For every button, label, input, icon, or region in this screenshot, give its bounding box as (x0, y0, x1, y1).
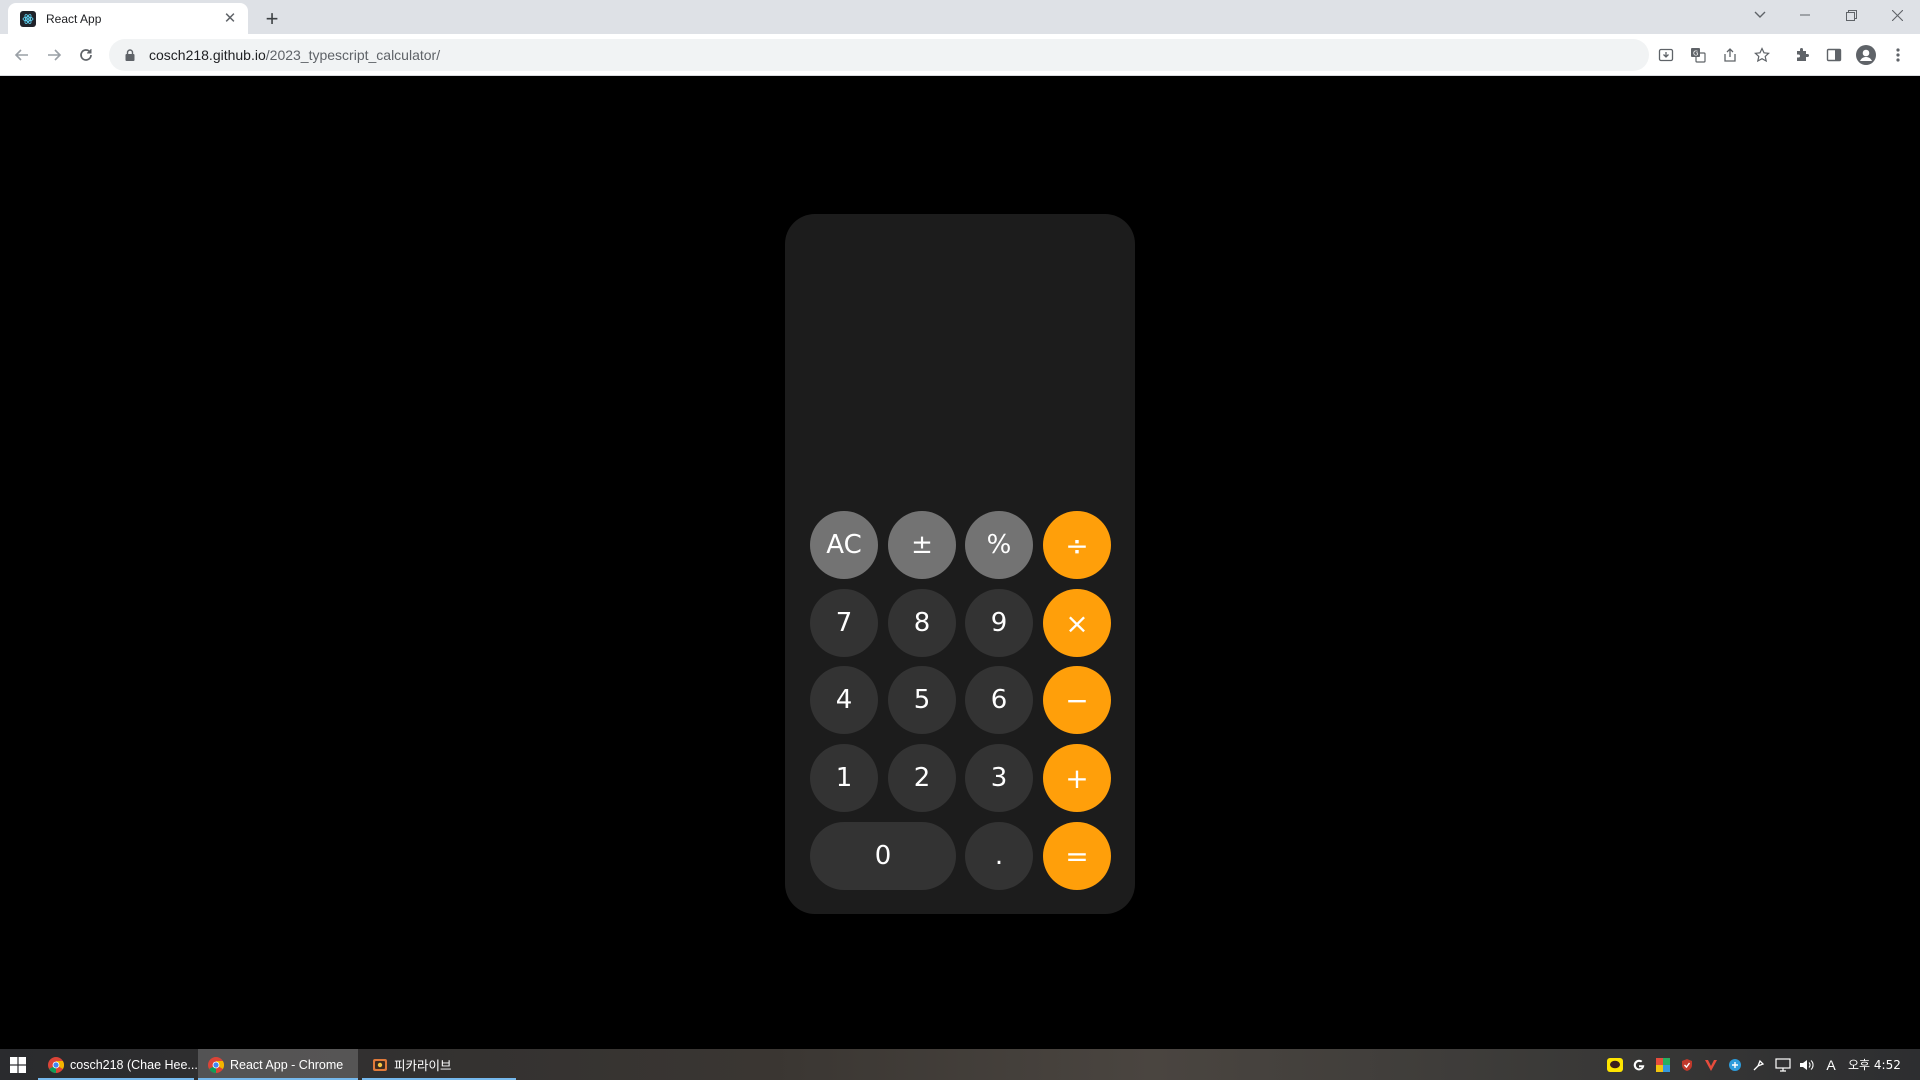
tab-search-chevron-icon[interactable] (1748, 3, 1772, 27)
chrome-icon (208, 1056, 224, 1073)
browser-toolbar: cosch218.github.io/2023_typescript_calcu… (0, 34, 1920, 76)
close-window-icon[interactable] (1874, 0, 1920, 30)
digit-8-button[interactable]: 8 (888, 589, 956, 657)
lock-icon[interactable] (123, 48, 137, 62)
url-path: /2023_typescript_calculator/ (265, 47, 441, 63)
chrome-icon (48, 1056, 64, 1073)
url-text[interactable]: cosch218.github.io/2023_typescript_calcu… (149, 47, 440, 63)
browser-titlebar: React App ✕ + (0, 0, 1920, 34)
taskbar-clock[interactable]: 오후 4:52 (1848, 1049, 1901, 1080)
kakaotalk-tray-icon[interactable] (1607, 1057, 1623, 1073)
profile-avatar-icon[interactable] (1854, 43, 1878, 67)
digit-3-button[interactable]: 3 (965, 744, 1033, 812)
digit-7-button[interactable]: 7 (810, 589, 878, 657)
digit-6-button[interactable]: 6 (965, 666, 1033, 734)
bookmark-star-icon[interactable] (1750, 43, 1774, 67)
volume-icon[interactable] (1799, 1057, 1815, 1073)
page-viewport: AC ± % ÷ 7 8 9 × 4 5 6 − 1 2 3 + 0 . = (0, 77, 1920, 1049)
install-app-icon[interactable] (1654, 43, 1678, 67)
taskbar-item-label: 피카라이브 (394, 1059, 452, 1073)
calculator-display (805, 234, 1115, 484)
restore-icon[interactable] (1828, 0, 1874, 30)
taskbar-item-chrome-react-app[interactable]: React App - Chrome (198, 1049, 358, 1080)
translate-icon[interactable]: G (1686, 43, 1710, 67)
windows-start-icon[interactable] (0, 1049, 36, 1080)
react-favicon-icon (20, 10, 36, 27)
tray-utility-icon[interactable] (1751, 1057, 1767, 1073)
taskbar-item-label: cosch218 (Chae Hee... (70, 1057, 198, 1072)
ime-language-indicator[interactable]: A (1823, 1057, 1839, 1073)
colorful-app-tray-icon[interactable] (1655, 1057, 1671, 1073)
digit-2-button[interactable]: 2 (888, 744, 956, 812)
sign-toggle-button[interactable]: ± (888, 511, 956, 579)
security-shield-tray-icon[interactable] (1679, 1057, 1695, 1073)
more-menu-icon[interactable] (1886, 43, 1910, 67)
side-panel-icon[interactable] (1822, 43, 1846, 67)
taskbar-item-pikalive[interactable]: 피카라이브 (362, 1049, 516, 1080)
back-arrow-icon[interactable] (8, 41, 36, 69)
pikalive-app-icon (373, 1058, 387, 1071)
digit-9-button[interactable]: 9 (965, 589, 1033, 657)
taskbar-item-label: React App - Chrome (230, 1057, 344, 1072)
equals-button[interactable]: = (1043, 822, 1111, 890)
browser-tab[interactable]: React App ✕ (8, 3, 248, 34)
calculator: AC ± % ÷ 7 8 9 × 4 5 6 − 1 2 3 + 0 . = (785, 214, 1135, 914)
digit-5-button[interactable]: 5 (888, 666, 956, 734)
multiply-button[interactable]: × (1043, 589, 1111, 657)
network-icon[interactable] (1775, 1057, 1791, 1073)
network-sync-tray-icon[interactable] (1727, 1057, 1743, 1073)
digit-4-button[interactable]: 4 (810, 666, 878, 734)
google-g-tray-icon[interactable] (1631, 1057, 1647, 1073)
v3-antivirus-tray-icon[interactable] (1703, 1057, 1719, 1073)
tab-title: React App (46, 11, 102, 26)
ac-button[interactable]: AC (810, 511, 878, 579)
extensions-puzzle-icon[interactable] (1790, 43, 1814, 67)
minimize-icon[interactable] (1782, 0, 1828, 30)
minus-button[interactable]: − (1043, 666, 1111, 734)
windows-taskbar: cosch218 (Chae Hee... React App - Chrome… (0, 1049, 1920, 1080)
reload-icon[interactable] (72, 41, 100, 69)
url-host: cosch218.github.io (149, 47, 266, 63)
taskbar-item-chrome-github[interactable]: cosch218 (Chae Hee... (38, 1049, 198, 1080)
svg-text:G: G (1693, 50, 1698, 58)
divide-button[interactable]: ÷ (1043, 511, 1111, 579)
percent-button[interactable]: % (965, 511, 1033, 579)
address-bar[interactable]: cosch218.github.io/2023_typescript_calcu… (109, 39, 1649, 71)
plus-button[interactable]: + (1043, 744, 1111, 812)
tab-close-icon[interactable]: ✕ (222, 11, 238, 27)
digit-1-button[interactable]: 1 (810, 744, 878, 812)
share-icon[interactable] (1718, 43, 1742, 67)
decimal-button[interactable]: . (965, 822, 1033, 890)
new-tab-button[interactable]: + (258, 5, 286, 33)
digit-0-button[interactable]: 0 (810, 822, 956, 890)
forward-arrow-icon[interactable] (40, 41, 68, 69)
